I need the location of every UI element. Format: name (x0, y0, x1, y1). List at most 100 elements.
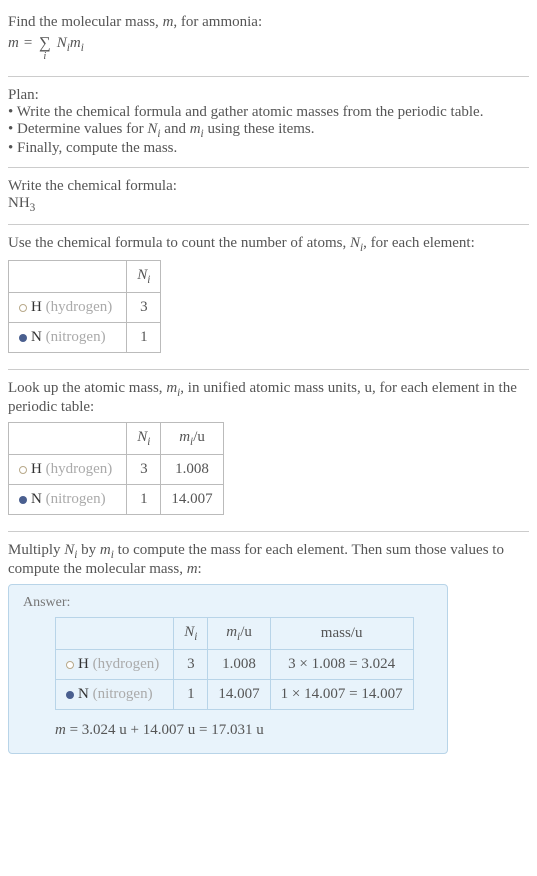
hydrogen-dot-icon (19, 466, 27, 474)
step1-section: Write the chemical formula: NH3 (8, 172, 529, 220)
nh-sub: 3 (30, 202, 36, 214)
plan-bullet-3: • Finally, compute the mass. (8, 140, 529, 157)
n-value: 3 (127, 455, 161, 485)
step2-text: Use the chemical formula to count the nu… (8, 235, 529, 254)
mass-value: 3 × 1.008 = 3.024 (270, 650, 413, 680)
col-mu: /u (193, 429, 205, 445)
step2-N: N (350, 235, 360, 251)
a-col-N: N (184, 624, 194, 640)
intro-prefix: Find the molecular mass, (8, 14, 163, 30)
result-m: m (55, 722, 66, 738)
divider (8, 167, 529, 168)
nh-text: NH (8, 195, 30, 211)
answer-box: Answer: Ni mi/u mass/u H (hydrogen) 3 1.… (8, 584, 448, 754)
table-row: N (nitrogen) 1 (9, 323, 161, 353)
step4-section: Multiply Ni by mi to compute the mass fo… (8, 536, 529, 760)
nitrogen-dot-icon (19, 496, 27, 504)
divider (8, 531, 529, 532)
step1-heading: Write the chemical formula: (8, 178, 529, 195)
intro-var-m: m (163, 14, 174, 30)
m-value: 1.008 (161, 455, 223, 485)
col-N-text: N (137, 267, 147, 283)
table-row: H (hydrogen) 3 1.008 (9, 455, 224, 485)
n-value: 1 (127, 323, 161, 353)
result-text: = 3.024 u + 14.007 u = 17.031 u (66, 722, 264, 738)
sigma-icon: ∑ (39, 35, 51, 52)
result-line: m = 3.024 u + 14.007 u = 17.031 u (55, 722, 433, 739)
blank-header (9, 423, 127, 455)
plan-b2-N: N (147, 121, 157, 137)
intro-suffix: , for ammonia: (173, 14, 262, 30)
elem-name: (hydrogen) (42, 461, 112, 477)
element-cell: N (nitrogen) (56, 680, 174, 710)
nitrogen-dot-icon (19, 334, 27, 342)
blank-header (9, 261, 127, 293)
divider (8, 369, 529, 370)
elem-sym: H (31, 299, 42, 315)
col-i-text: i (147, 274, 150, 286)
table-row: H (hydrogen) 3 1.008 3 × 1.008 = 3.024 (56, 650, 414, 680)
atomic-mass-table: Ni m i/u H (hydrogen) 3 1.008 N (nitrogen… (8, 422, 224, 515)
elem-sym: H (31, 461, 42, 477)
plan-b2-m: m (190, 121, 201, 137)
answer-table: Ni mi/u mass/u H (hydrogen) 3 1.008 3 × … (55, 617, 414, 710)
mass-value: 1 × 14.007 = 14.007 (270, 680, 413, 710)
col-ni: Ni (127, 423, 161, 455)
col-ni: Ni (174, 618, 208, 650)
s4-pre: Multiply (8, 542, 64, 558)
col-mi: mi/u (208, 618, 270, 650)
col-N: N (137, 429, 147, 445)
table-row: N (nitrogen) 1 14.007 1 × 14.007 = 14.00… (56, 680, 414, 710)
element-cell: H (hydrogen) (9, 293, 127, 323)
divider (8, 224, 529, 225)
step3-text: Look up the atomic mass, mi, in unified … (8, 380, 529, 416)
blank-header (56, 618, 174, 650)
intro-line: Find the molecular mass, m, for ammonia: (8, 14, 529, 31)
col-Ni: i (147, 436, 150, 448)
hydrogen-dot-icon (19, 304, 27, 312)
plan-bullet-2: • Determine values for Ni and mi using t… (8, 121, 529, 140)
intro-formula: m = ∑ i Nimi (8, 31, 529, 66)
formula-N: N (57, 35, 67, 51)
chemical-formula: NH3 (8, 195, 529, 214)
n-value: 1 (127, 485, 161, 515)
a-col-m: m (226, 624, 237, 640)
m-value: 1.008 (208, 650, 270, 680)
nitrogen-dot-icon (66, 691, 74, 699)
s4-N: N (64, 542, 74, 558)
formula-i2: i (81, 42, 84, 54)
a-col-Ni: i (194, 631, 197, 643)
plan-b2-pre: • Determine values for (8, 121, 147, 137)
s4-by: by (77, 542, 100, 558)
hydrogen-dot-icon (66, 661, 74, 669)
a-col-mu: /u (240, 624, 252, 640)
element-cell: N (nitrogen) (9, 323, 127, 353)
formula-eq: = (23, 35, 33, 52)
s4-mvar: m (187, 561, 198, 577)
elem-sym: N (78, 686, 89, 702)
s4-m: m (100, 542, 111, 558)
formula-rhs: Nimi (57, 35, 84, 54)
formula-lhs: m (8, 35, 19, 52)
elem-sym: N (31, 329, 42, 345)
plan-b2-and: and (161, 121, 190, 137)
col-m: m (179, 429, 190, 445)
elem-name: (nitrogen) (42, 491, 106, 507)
m-value: 14.007 (161, 485, 223, 515)
s4-post: : (198, 561, 202, 577)
divider (8, 76, 529, 77)
element-cell: H (hydrogen) (9, 455, 127, 485)
sum-symbol: ∑ i (39, 35, 51, 62)
plan-b2-post: using these items. (204, 121, 315, 137)
elem-name: (hydrogen) (42, 299, 112, 315)
answer-content: Ni mi/u mass/u H (hydrogen) 3 1.008 3 × … (55, 617, 433, 739)
table-header-row: Ni mi/u mass/u (56, 618, 414, 650)
m-value: 14.007 (208, 680, 270, 710)
step3-m: m (166, 380, 177, 396)
step2-pre: Use the chemical formula to count the nu… (8, 235, 350, 251)
plan-bullet-1: • Write the chemical formula and gather … (8, 104, 529, 121)
formula-m: m (70, 35, 81, 51)
n-value: 3 (174, 650, 208, 680)
n-value: 3 (127, 293, 161, 323)
table-header-row: Ni (9, 261, 161, 293)
